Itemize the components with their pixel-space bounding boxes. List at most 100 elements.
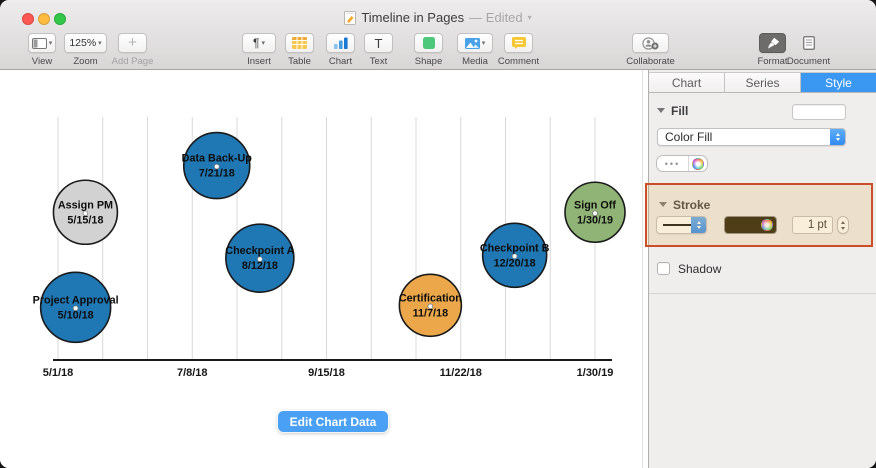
collaborate-person-icon	[642, 37, 659, 50]
solid-line-icon	[663, 224, 691, 226]
stroke-line-style-dropdown[interactable]	[656, 216, 707, 234]
insert-label: Insert	[247, 56, 271, 67]
media-label: Media	[462, 56, 488, 67]
x-axis-tick-label: 11/22/18	[440, 367, 482, 379]
stroke-color-well[interactable]	[724, 216, 777, 234]
data-point-marker	[593, 211, 598, 216]
add-page-button[interactable]: +	[118, 33, 147, 53]
color-dots-icon: •••	[657, 159, 688, 169]
bubble-label: Certification	[399, 292, 462, 304]
x-axis-tick-label: 9/15/18	[308, 367, 345, 379]
shadow-checkbox[interactable]	[657, 262, 670, 275]
bubble-date-label: 7/21/18	[199, 168, 235, 180]
comment-label: Comment	[498, 56, 539, 67]
text-label: Text	[370, 56, 387, 67]
stroke-width-field[interactable]: 1 pt	[792, 216, 833, 234]
fill-color-swatch[interactable]	[792, 104, 846, 120]
pages-doc-icon	[344, 11, 356, 25]
format-sidebar: Chart Series Style Fill Color Fill ••• S…	[648, 70, 876, 468]
format-button[interactable]	[759, 33, 786, 53]
collaborate-button[interactable]	[632, 33, 669, 53]
dropdown-stepper-icon	[830, 129, 845, 145]
data-point-marker	[257, 257, 262, 262]
tab-style[interactable]: Style	[801, 73, 876, 92]
view-button[interactable]: ▾	[28, 33, 56, 53]
x-axis-tick-label: 5/1/18	[43, 367, 74, 379]
media-button[interactable]: ▾	[457, 33, 493, 53]
bubble-label: Checkpoint A	[225, 245, 294, 257]
plus-icon: +	[128, 35, 137, 50]
comment-icon	[512, 37, 526, 49]
document-page-icon	[803, 36, 815, 50]
stroke-highlight-annotation	[645, 183, 873, 247]
color-wheel-icon	[692, 158, 704, 170]
chevron-down-icon: ▾	[98, 40, 102, 47]
data-point-marker	[512, 254, 517, 259]
tab-series[interactable]: Series	[725, 73, 801, 92]
bubble-label: Checkpoint B	[480, 242, 550, 254]
media-photo-icon	[465, 38, 480, 49]
text-T-icon: T	[375, 36, 383, 51]
paintbrush-icon	[766, 37, 780, 50]
bubble-date-label: 11/7/18	[413, 307, 448, 319]
add-page-label: Add Page	[112, 56, 154, 67]
comment-button[interactable]	[504, 33, 533, 53]
pages-window: Timeline in Pages — Edited ▾ ▾ View 125%…	[0, 0, 876, 468]
chevron-down-icon: ▾	[49, 40, 53, 47]
sidebar-tab-bar: Chart Series Style	[649, 72, 876, 93]
table-icon	[292, 37, 307, 49]
x-axis-tick-label: 7/8/18	[177, 367, 208, 379]
tab-chart[interactable]: Chart	[649, 73, 725, 92]
fill-disclosure-triangle-icon[interactable]	[657, 108, 665, 113]
bubble-label: Sign Off	[574, 199, 616, 211]
bar-chart-icon	[334, 37, 348, 49]
toolbar: Timeline in Pages — Edited ▾ ▾ View 125%…	[0, 0, 876, 70]
chevron-down-icon: ▾	[482, 40, 486, 47]
data-point-marker	[83, 211, 88, 216]
fill-type-dropdown[interactable]: Color Fill	[657, 128, 846, 146]
color-wheel-cell[interactable]	[688, 156, 707, 171]
view-label: View	[32, 56, 52, 67]
stroke-width-stepper[interactable]	[837, 216, 849, 234]
stroke-section-label: Stroke	[673, 198, 710, 212]
stroke-disclosure-triangle-icon[interactable]	[659, 202, 667, 207]
page-edge-line	[642, 70, 643, 468]
document-label: Document	[787, 56, 830, 67]
fill-color-options-control[interactable]: •••	[656, 155, 708, 172]
format-label: Format	[757, 56, 787, 67]
document-button[interactable]	[795, 33, 822, 53]
section-divider	[649, 293, 876, 294]
fill-section-label: Fill	[671, 104, 688, 118]
zoom-button[interactable]: 125% ▾	[64, 33, 107, 53]
paragraph-icon: ¶	[253, 36, 259, 50]
document-title: Timeline in Pages	[361, 10, 464, 25]
bubble-label: Data Back-Up	[182, 153, 253, 165]
data-point-marker	[214, 164, 219, 169]
collaborate-label: Collaborate	[626, 56, 675, 67]
title-chevron-icon: ▾	[528, 14, 532, 22]
chevron-down-icon: ▾	[261, 40, 265, 47]
insert-button[interactable]: ¶ ▾	[242, 33, 276, 53]
chart-label: Chart	[329, 56, 352, 67]
text-button[interactable]: T	[364, 33, 393, 53]
chart-button[interactable]	[326, 33, 355, 53]
edit-chart-data-button[interactable]: Edit Chart Data	[278, 411, 388, 432]
bubble-date-label: 1/30/19	[577, 214, 613, 226]
document-canvas: 5/1/18 7/8/18 9/15/18 11/22/18 1/30/19 Projec…	[0, 70, 648, 468]
table-button[interactable]	[285, 33, 314, 53]
bubble-label: Assign PM	[58, 199, 113, 211]
shape-square-icon	[423, 37, 435, 49]
timeline-bubble-chart[interactable]: 5/1/18 7/8/18 9/15/18 11/22/18 1/30/19 Projec…	[0, 70, 648, 468]
sidebar-panel-icon	[32, 38, 47, 49]
shape-label: Shape	[415, 56, 442, 67]
bubble-date-label: 5/15/18	[67, 214, 103, 226]
fill-type-value: Color Fill	[658, 130, 830, 144]
table-label: Table	[288, 56, 311, 67]
data-point-marker	[73, 306, 78, 311]
shape-button[interactable]	[414, 33, 443, 53]
dropdown-stepper-icon	[691, 217, 706, 233]
shadow-label: Shadow	[678, 262, 721, 276]
bubble-label: Project Approval	[33, 294, 119, 306]
window-title: Timeline in Pages — Edited ▾	[0, 10, 876, 25]
zoom-label: Zoom	[73, 56, 97, 67]
